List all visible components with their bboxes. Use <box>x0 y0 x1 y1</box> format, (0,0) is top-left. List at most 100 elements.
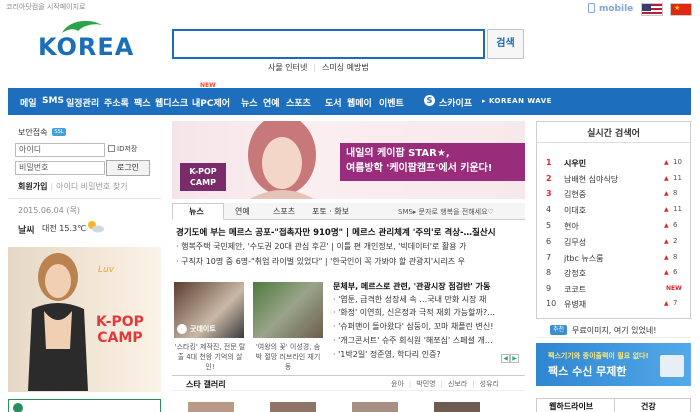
nav-mail[interactable]: 메일 <box>20 96 37 109</box>
prev-arrow-icon[interactable]: ◀ <box>501 354 510 363</box>
english-flag-icon[interactable] <box>641 3 663 16</box>
search-sub-links: 사물 인터넷 | 스미싱 예방법 <box>268 63 369 72</box>
headline-item[interactable]: 경기도에 부는 메르스 공포-"접촉자만 910명" | 메르스 관리체계 '주… <box>176 226 521 238</box>
nav-my-pc-control[interactable]: 내PC제어 <box>192 96 230 109</box>
rank-term: 유병재 <box>564 300 587 309</box>
thumbnail-caption[interactable]: '여왕의 꽃' 이성경, 숨 박 절망 러브라인 재기 동 <box>252 342 324 372</box>
sub-news-item[interactable]: · '슈퍼맨이 돌아왔다' 삼둥이, 꼬마 채플린 변신! <box>333 321 523 332</box>
rank-item[interactable]: 8 강정호 ▲ 6 <box>546 268 686 281</box>
nav-sports[interactable]: 스포츠 <box>286 96 311 109</box>
join-link[interactable]: 회원가입 <box>18 182 47 191</box>
up-arrow-icon: ▲ <box>664 206 669 213</box>
up-arrow-icon: ▲ <box>664 175 669 182</box>
id-field[interactable]: 아이디 <box>15 143 105 157</box>
set-homepage-link[interactable]: 코리아닷컴을 시작페이지로 <box>6 2 86 12</box>
phone-icon <box>588 3 595 13</box>
gallery-thumbnail[interactable] <box>434 402 480 412</box>
sub-news-item[interactable]: · '1박2일' 정준영, 학다리 인증? <box>333 349 523 360</box>
gallery-name[interactable]: 신보라 <box>448 380 467 388</box>
sub-news-item[interactable]: · '개그콘서트' 슈주 회식원 '해쪼심' 스페셜 개… <box>333 335 523 346</box>
skype-icon: S <box>424 95 435 106</box>
sub-news-item[interactable]: 문체부, 메르스로 관련, '관광시장 점검반' 가동 <box>333 281 523 292</box>
bottom-widget[interactable] <box>8 399 161 412</box>
password-field[interactable]: 비밀번호 <box>15 161 105 175</box>
next-arrow-icon[interactable]: ▶ <box>510 354 519 363</box>
rank-change: 11 <box>673 205 682 213</box>
mobile-link[interactable]: mobile <box>588 3 633 14</box>
tab-sports[interactable]: 스포츠 <box>273 206 295 217</box>
gallery-name[interactable]: 성유리 <box>480 380 499 388</box>
nav-korean-wave[interactable]: ▸ KOREAN WAVE <box>482 97 552 105</box>
tab-news[interactable]: 뉴스 <box>189 206 204 217</box>
thumbnail-caption[interactable]: '스타킹' 제작진, 전문 탈출 4대 천왕 기억의 살인! <box>174 342 246 372</box>
nav-webmay[interactable]: 웹메이 <box>347 96 372 109</box>
search-input[interactable] <box>172 29 485 59</box>
news-thumbnail[interactable]: 굿데이트 <box>174 282 244 338</box>
rank-number: 7 <box>546 253 552 262</box>
id-save-checkbox[interactable]: ID저장 <box>108 144 137 154</box>
tab-health[interactable]: 건강 <box>641 401 656 412</box>
rank-item[interactable]: 2 남배현 심야식당 ▲ 11 <box>546 174 686 187</box>
chinese-flag-icon[interactable]: ★ <box>670 3 692 16</box>
nav-webdisk[interactable]: 웹디스크 <box>155 96 188 109</box>
rank-item[interactable]: 10 유병재 ▲ 7 <box>546 299 686 312</box>
gallery-thumbnail[interactable] <box>188 402 234 412</box>
rank-item[interactable]: 7 jtbc 뉴스룸 ▲ 8 <box>546 253 686 266</box>
rank-term: 강정호 <box>564 269 587 278</box>
ad-text: K-POP CAMP <box>96 314 144 346</box>
nav-schedule[interactable]: 일정관리 <box>66 96 99 109</box>
nav-fax[interactable]: 팩스 <box>134 96 151 109</box>
fax-ad-banner[interactable]: 팩스기기와 종이출력이 필요 없다! 팩스 수신 무제한 <box>536 343 691 386</box>
rank-item[interactable]: 4 이대호 ▲ 11 <box>546 205 686 218</box>
login-button[interactable]: 로그인 <box>106 160 150 176</box>
fax-ad-subline: 팩스기기와 종이출력이 필요 없다! <box>548 352 649 360</box>
nav-entertainment[interactable]: 연예 <box>263 96 280 109</box>
korea-logo[interactable]: KOREA <box>36 17 136 61</box>
nav-skype[interactable]: 스카이프 <box>439 96 472 109</box>
ad-deco-text: Luv <box>98 265 115 275</box>
singer-photo <box>28 253 88 391</box>
rank-item[interactable]: 1 시우민 ▲ 10 <box>546 158 686 171</box>
gallery-thumbnail[interactable] <box>352 402 398 412</box>
find-account-link[interactable]: 아이디 비밀번호 찾기 <box>56 182 127 191</box>
headline-item[interactable]: · 구직자 10명 중 6명-"취업 라이벌 있었다" | '한국인이 꼭 가봐… <box>176 256 521 267</box>
tab-entertainment[interactable]: 연예 <box>235 206 250 217</box>
recommend-row[interactable]: 추천 무료이미지, 여기 있었네! <box>536 322 691 338</box>
news-thumbnail[interactable] <box>253 282 323 338</box>
rank-term: 이대호 <box>564 206 587 215</box>
nav-address-book[interactable]: 주소록 <box>104 96 129 109</box>
rank-term: 현아 <box>564 222 579 231</box>
rank-item[interactable]: 9 코코트 NEW <box>546 284 686 297</box>
main-banner[interactable]: K-POP CAMP 내일의 케이팝 STAR★, 여름방학 '케이팝캠프'에서 키… <box>172 121 525 199</box>
rank-change: 8 <box>673 253 678 261</box>
tab-photo[interactable]: 포토 · 화보 <box>312 206 349 217</box>
rank-number: 9 <box>546 284 552 293</box>
rank-change: 8 <box>673 189 678 197</box>
rank-item[interactable]: 6 김무성 ▲ 2 <box>546 237 686 250</box>
sub-link-iot[interactable]: 사물 인터넷 <box>268 63 307 72</box>
tab-webhard[interactable]: 웹하드라이브 <box>549 401 593 412</box>
banner-model-photo <box>248 121 316 199</box>
banner-kpop-camp-badge: K-POP CAMP <box>180 163 226 191</box>
sub-news-item[interactable]: · '엽툰, 급격한 성장세 속 …국내 만화 시장 재 <box>333 294 523 305</box>
search-button[interactable]: 검색 <box>487 29 524 59</box>
headline-item[interactable]: · 행복주택 국민제안, '수도권 20대 관심 후끈' | 이틀 편 개인정보… <box>176 241 521 252</box>
news-tabs: 뉴스 연예 스포츠 포토 · 화보 SMS▸ 문자로 행복을 전해세요♡ <box>172 203 525 220</box>
rank-item[interactable]: 5 현아 ▲ 6 <box>546 221 686 234</box>
gallery-name[interactable]: 박민영 <box>416 380 435 388</box>
gallery-thumbnail[interactable] <box>270 402 316 412</box>
banner-message: 내일의 케이팝 STAR★, 여름방학 '케이팝캠프'에서 키운다! <box>340 143 525 181</box>
nav-news[interactable]: 뉴스 <box>241 96 258 109</box>
nav-sms[interactable]: SMS <box>42 96 64 106</box>
gallery-name[interactable]: 윤아 <box>391 380 404 388</box>
sms-note[interactable]: SMS▸ 문자로 행복을 전해세요♡ <box>398 207 494 217</box>
sub-news-item[interactable]: · '화정' 이연희, 신은정과 극적 재회 가능할까?… <box>333 307 523 318</box>
sub-link-smishing[interactable]: 스미싱 예방법 <box>322 63 369 72</box>
nav-books[interactable]: 도서 <box>325 96 342 109</box>
fax-machine-icon <box>660 355 684 377</box>
sun-cloud-icon <box>88 221 104 233</box>
kpop-camp-ad[interactable]: Luv K-POP CAMP <box>8 247 161 392</box>
nav-events[interactable]: 이벤트 <box>379 96 404 109</box>
rank-item[interactable]: 3 김현중 ▲ 8 <box>546 189 686 202</box>
weather-label: 날씨 <box>18 226 35 236</box>
